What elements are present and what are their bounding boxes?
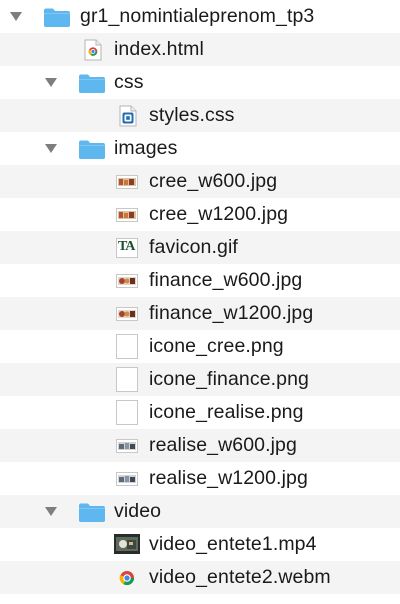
- tree-item-label: styles.css: [149, 104, 235, 126]
- tree-row-favicon-gif[interactable]: TA favicon.gif: [0, 231, 400, 264]
- jpg-thumbnail-icon: [116, 208, 138, 222]
- disclosure-triangle-icon[interactable]: [10, 12, 22, 21]
- tree-item-label: video_entete1.mp4: [149, 533, 317, 555]
- chrome-webm-icon: [118, 569, 136, 587]
- tree-item-label: favicon.gif: [149, 236, 238, 258]
- jpg-thumbnail-icon: [116, 472, 138, 486]
- jpg-thumbnail-icon: [116, 439, 138, 453]
- png-blank-icon: [116, 400, 138, 425]
- tree-row-root-folder[interactable]: gr1_nomintialeprenom_tp3: [0, 0, 400, 33]
- tree-row-finance-w600[interactable]: finance_w600.jpg: [0, 264, 400, 297]
- folder-icon: [78, 502, 106, 523]
- folder-icon: [78, 139, 106, 160]
- tree-row-video-entete2[interactable]: video_entete2.webm: [0, 561, 400, 594]
- tree-item-label: finance_w1200.jpg: [149, 302, 314, 324]
- tree-item-label: images: [114, 137, 178, 159]
- folder-icon: [43, 7, 71, 28]
- tree-item-label: realise_w600.jpg: [149, 434, 297, 456]
- favicon-glyph: TA: [118, 239, 135, 254]
- disclosure-triangle-icon[interactable]: [45, 144, 57, 153]
- jpg-thumbnail-icon: [116, 175, 138, 189]
- chrome-html-icon: [84, 39, 102, 61]
- tree-row-icone-finance[interactable]: icone_finance.png: [0, 363, 400, 396]
- tree-row-images-folder[interactable]: images: [0, 132, 400, 165]
- tree-item-label: cree_w600.jpg: [149, 170, 278, 192]
- mp4-thumbnail-icon: [114, 534, 140, 554]
- png-blank-icon: [116, 334, 138, 359]
- tree-item-label: icone_realise.png: [149, 401, 304, 423]
- tree-row-finance-w1200[interactable]: finance_w1200.jpg: [0, 297, 400, 330]
- gif-thumbnail-icon: TA: [116, 238, 138, 258]
- png-blank-icon: [116, 367, 138, 392]
- jpg-thumbnail-icon: [116, 307, 138, 321]
- tree-row-realise-w1200[interactable]: realise_w1200.jpg: [0, 462, 400, 495]
- tree-row-styles-css[interactable]: styles.css: [0, 99, 400, 132]
- tree-item-label: icone_cree.png: [149, 335, 284, 357]
- jpg-thumbnail-icon: [116, 274, 138, 288]
- disclosure-triangle-icon[interactable]: [45, 78, 57, 87]
- tree-row-video-folder[interactable]: video: [0, 495, 400, 528]
- tree-row-index-html[interactable]: index.html: [0, 33, 400, 66]
- tree-item-label: icone_finance.png: [149, 368, 309, 390]
- tree-item-label: video: [114, 500, 162, 522]
- tree-item-label: realise_w1200.jpg: [149, 467, 308, 489]
- tree-row-realise-w600[interactable]: realise_w600.jpg: [0, 429, 400, 462]
- file-tree: gr1_nomintialeprenom_tp3 index.html css …: [0, 0, 400, 604]
- tree-row-icone-realise[interactable]: icone_realise.png: [0, 396, 400, 429]
- tree-item-label: cree_w1200.jpg: [149, 203, 289, 225]
- tree-row-video-entete1[interactable]: video_entete1.mp4: [0, 528, 400, 561]
- folder-icon: [78, 73, 106, 94]
- tree-row-cree-w600[interactable]: cree_w600.jpg: [0, 165, 400, 198]
- tree-item-label: finance_w600.jpg: [149, 269, 303, 291]
- tree-row-cree-w1200[interactable]: cree_w1200.jpg: [0, 198, 400, 231]
- tree-item-label: gr1_nomintialeprenom_tp3: [80, 5, 315, 27]
- disclosure-triangle-icon[interactable]: [45, 507, 57, 516]
- tree-row-icone-cree[interactable]: icone_cree.png: [0, 330, 400, 363]
- tree-row-css-folder[interactable]: css: [0, 66, 400, 99]
- tree-item-label: index.html: [114, 38, 204, 60]
- css-file-icon: [119, 105, 137, 127]
- tree-empty-space: [0, 594, 400, 604]
- tree-item-label: css: [114, 71, 144, 93]
- tree-item-label: video_entete2.webm: [149, 566, 331, 588]
